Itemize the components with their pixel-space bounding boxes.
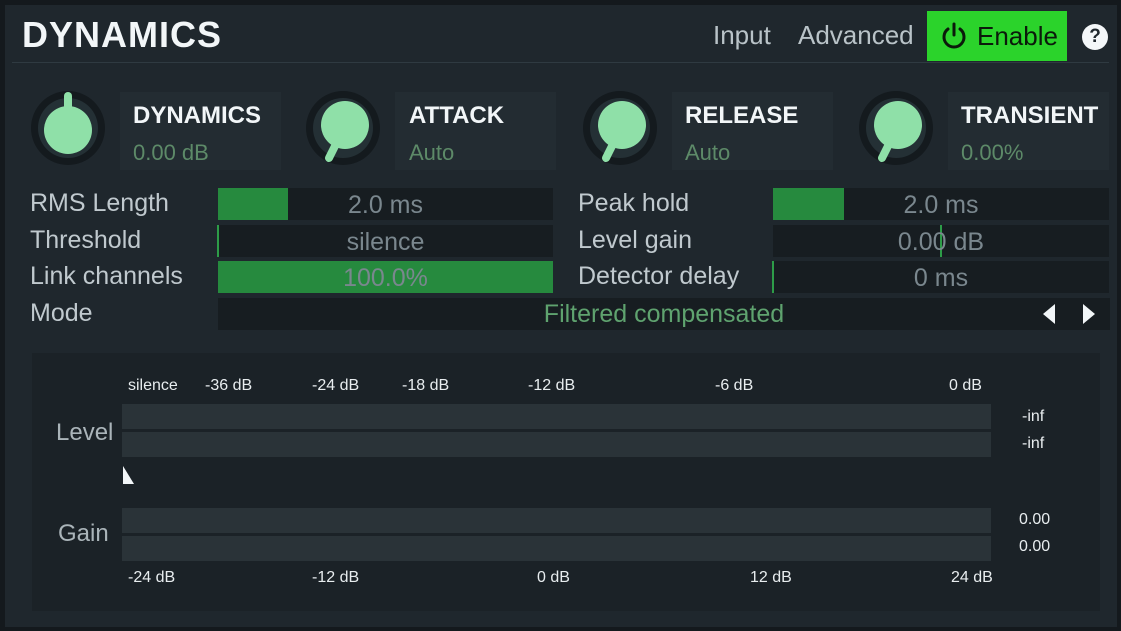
- level-gain-slider[interactable]: 0.00 dB: [773, 225, 1109, 257]
- transient-knob-value: 0.00%: [961, 140, 1024, 165]
- knob-dial: [583, 91, 657, 165]
- enable-label: Enable: [977, 20, 1058, 51]
- gain-tick: 12 dB: [750, 569, 792, 586]
- level-tick: -6 dB: [715, 377, 754, 394]
- level-tick: silence: [128, 377, 178, 394]
- release-knob-value: Auto: [685, 140, 731, 165]
- gain-label: Gain: [58, 520, 109, 547]
- threshold-value: silence: [346, 228, 425, 256]
- gain-tick: 24 dB: [951, 569, 993, 586]
- level-tick: -12 dB: [528, 377, 576, 394]
- attack-knob-name: ATTACK: [409, 102, 505, 129]
- gain-tick: -24 dB: [128, 569, 176, 586]
- gain-meter-bar-left: [122, 508, 991, 533]
- threshold-label: Threshold: [30, 226, 142, 254]
- transient-knob-name: TRANSIENT: [961, 102, 1099, 129]
- release-knob[interactable]: [582, 88, 662, 168]
- header-divider: [12, 62, 1109, 63]
- power-icon: [942, 22, 966, 49]
- dynamics-knob[interactable]: [30, 88, 110, 168]
- gain-meter-bar-right: [122, 536, 991, 561]
- advanced-button[interactable]: Advanced: [798, 20, 914, 51]
- plugin-title: DYNAMICS: [22, 14, 223, 55]
- gain-readout: 0.00: [1019, 538, 1051, 555]
- enable-button[interactable]: Enable: [927, 11, 1067, 61]
- mode-selector[interactable]: Filtered compensated: [218, 298, 1110, 330]
- detector-delay-value: 0 ms: [913, 264, 969, 292]
- threshold-slider[interactable]: silence: [217, 225, 553, 257]
- level-gain-label: Level gain: [578, 226, 692, 254]
- link-channels-label: Link channels: [30, 262, 183, 290]
- link-channels-value: 100.0%: [343, 264, 428, 292]
- attack-knob-value: Auto: [409, 140, 455, 165]
- gain-tick: -12 dB: [312, 569, 360, 586]
- peak-hold-label: Peak hold: [578, 189, 690, 217]
- level-gain-value: 0.00 dB: [897, 228, 985, 256]
- detector-delay-slider[interactable]: 0 ms: [772, 261, 1109, 293]
- level-readout: -inf: [1022, 408, 1045, 425]
- level-tick: 0 dB: [949, 377, 982, 394]
- gain-tick: 0 dB: [537, 569, 570, 586]
- level-tick: -18 dB: [402, 377, 450, 394]
- detector-delay-label: Detector delay: [578, 262, 740, 290]
- peak-hold-slider[interactable]: 2.0 ms: [773, 188, 1109, 220]
- link-channels-slider[interactable]: 100.0%: [218, 261, 553, 293]
- level-label: Level: [56, 419, 114, 446]
- dynamics-knob-value: 0.00 dB: [133, 140, 209, 165]
- meter-panel: silence -36 dB -24 dB -18 dB -12 dB -6 d…: [32, 353, 1100, 611]
- rms-length-slider[interactable]: 2.0 ms: [218, 188, 553, 220]
- threshold-pointer-icon[interactable]: [122, 465, 136, 485]
- knob-dial: [31, 91, 105, 165]
- gain-readout: 0.00: [1019, 511, 1051, 528]
- arrow-left-icon[interactable]: [1043, 304, 1055, 324]
- rms-length-value: 2.0 ms: [347, 191, 424, 219]
- help-icon[interactable]: ?: [1082, 24, 1108, 50]
- level-tick: -36 dB: [205, 377, 253, 394]
- level-readout: -inf: [1022, 435, 1045, 452]
- input-button[interactable]: Input: [713, 20, 771, 51]
- release-knob-name: RELEASE: [685, 102, 799, 129]
- level-tick: -24 dB: [312, 377, 360, 394]
- knob-dial: [859, 91, 933, 165]
- rms-length-label: RMS Length: [30, 189, 169, 217]
- transient-knob[interactable]: [858, 88, 938, 168]
- knob-dial: [306, 91, 380, 165]
- mode-value: Filtered compensated: [543, 300, 785, 328]
- arrow-right-icon[interactable]: [1083, 304, 1095, 324]
- mode-label: Mode: [30, 299, 93, 327]
- level-meter-bar-right: [122, 432, 991, 457]
- dynamics-knob-name: DYNAMICS: [133, 102, 262, 129]
- peak-hold-value: 2.0 ms: [903, 191, 979, 219]
- attack-knob[interactable]: [305, 88, 385, 168]
- level-meter-bar-left: [122, 404, 991, 429]
